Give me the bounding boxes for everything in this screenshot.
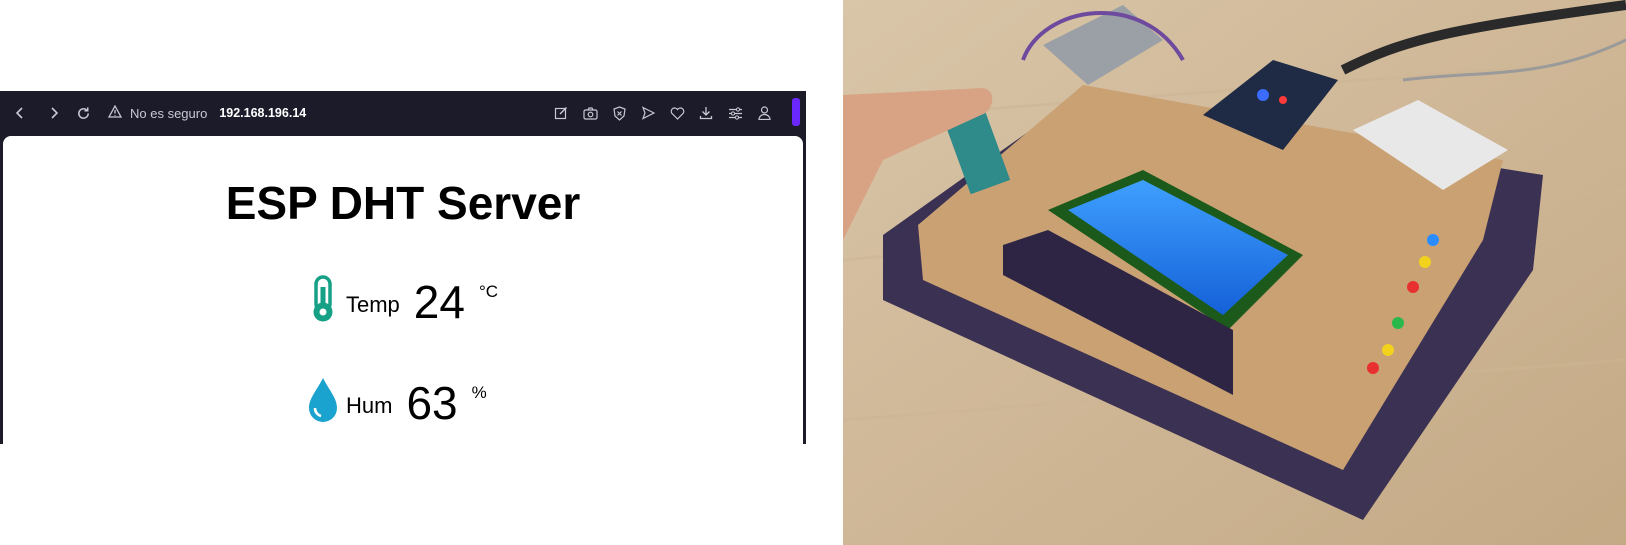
forward-arrow-icon[interactable]	[43, 102, 65, 124]
profile-icon[interactable]	[754, 102, 774, 124]
temperature-value: 24	[413, 276, 465, 328]
security-status: No es seguro	[130, 105, 208, 121]
shield-icon[interactable]	[609, 102, 629, 124]
water-drop-icon	[309, 378, 337, 422]
humidity-value: 63	[406, 377, 458, 429]
humidity-label: Hum	[346, 393, 393, 418]
board-photo-illustration	[843, 0, 1626, 545]
back-arrow-icon[interactable]	[9, 102, 31, 124]
temperature-label: Temp	[346, 292, 400, 317]
url-text: 192.168.196.14	[219, 106, 307, 120]
camera-icon[interactable]	[580, 102, 600, 124]
toolbar-actions	[551, 102, 774, 124]
humidity-unit: %	[471, 383, 487, 402]
page-title: ESP DHT Server	[225, 177, 581, 229]
web-page: ESP DHT Server Temp 24 °C Hum 63 %	[3, 136, 803, 444]
address-bar[interactable]: No es seguro 192.168.196.14	[107, 102, 307, 124]
thermometer-icon	[313, 275, 333, 322]
download-icon[interactable]	[696, 102, 716, 124]
humidity-reading: Hum 63 %	[306, 376, 487, 430]
browser-window: No es seguro 192.168.196.14 ESP DHT Serv…	[0, 91, 806, 444]
browser-toolbar: No es seguro 192.168.196.14	[0, 91, 806, 135]
temperature-reading: Temp 24 °C	[306, 275, 498, 329]
sliders-icon[interactable]	[725, 102, 745, 124]
sidebar-accent-tab[interactable]	[792, 98, 800, 126]
temperature-unit: °C	[478, 282, 499, 301]
warning-icon	[107, 104, 123, 122]
reload-icon[interactable]	[72, 102, 94, 124]
heart-icon[interactable]	[667, 102, 687, 124]
send-icon[interactable]	[638, 102, 658, 124]
edit-icon[interactable]	[551, 102, 571, 124]
board-photo	[843, 0, 1626, 545]
